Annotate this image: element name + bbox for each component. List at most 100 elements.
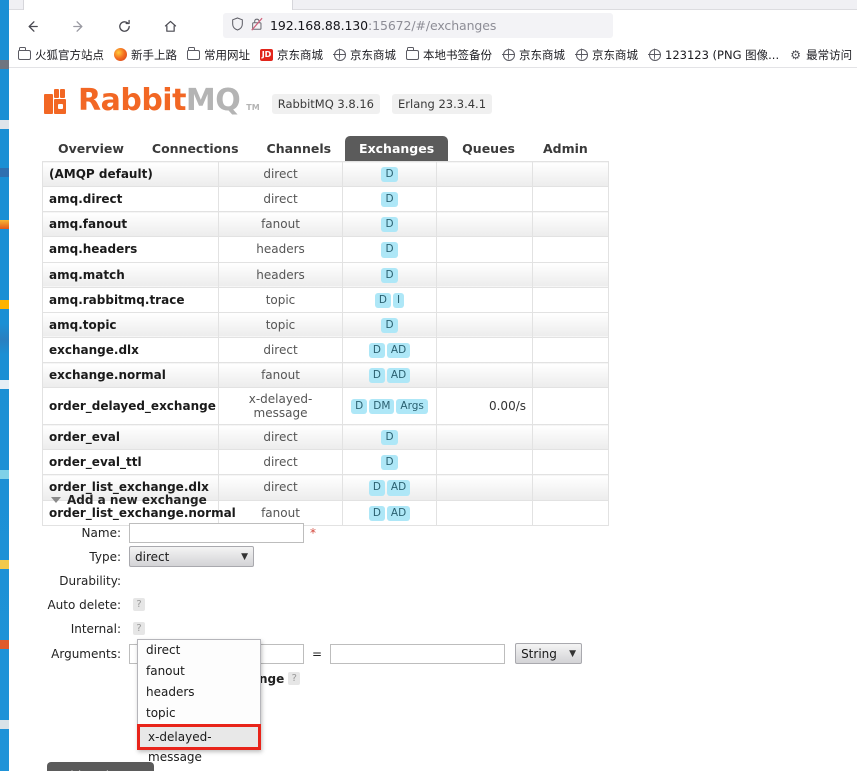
- exchange-name-input[interactable]: [129, 522, 304, 543]
- chevron-down-icon[interactable]: [51, 497, 61, 503]
- bookmark-item[interactable]: 本地书签备份: [401, 45, 497, 65]
- exchange-name-cell[interactable]: order_eval_ttl: [42, 449, 219, 476]
- argument-type-select[interactable]: String ▼: [515, 643, 583, 664]
- table-row[interactable]: amq.match headers D: [42, 262, 609, 288]
- bookmark-item[interactable]: JD 京东商城: [255, 45, 328, 65]
- dropdown-option-fanout[interactable]: fanout: [138, 661, 260, 682]
- help-icon[interactable]: ?: [133, 622, 145, 635]
- exchange-name-cell[interactable]: order_eval: [42, 424, 219, 451]
- exchange-name-cell[interactable]: amq.topic: [42, 312, 219, 338]
- table-row[interactable]: amq.rabbitmq.trace topic D I: [42, 287, 609, 313]
- exchange-name-cell[interactable]: amq.rabbitmq.trace: [42, 287, 219, 313]
- exchange-name-cell[interactable]: amq.direct: [42, 186, 219, 213]
- taskbar-icon[interactable]: [0, 300, 9, 309]
- taskbar-icon[interactable]: [0, 168, 9, 177]
- bookmark-label: 常用网址: [204, 47, 250, 62]
- table-row[interactable]: order_eval_ttl direct D: [42, 449, 609, 476]
- form-row-name: Name: *: [45, 521, 605, 544]
- taskbar-icon[interactable]: [0, 560, 9, 569]
- bookmark-label: 京东商城: [519, 47, 565, 62]
- bookmark-item[interactable]: 京东商城: [570, 45, 643, 65]
- exchange-name-cell[interactable]: (AMQP default): [42, 160, 219, 188]
- taskbar-icon[interactable]: [0, 380, 9, 389]
- argument-value-input[interactable]: [330, 643, 506, 664]
- table-row[interactable]: order_delayed_exchange x-delayed-message D…: [42, 387, 609, 426]
- dropdown-option-headers[interactable]: headers: [138, 682, 260, 703]
- table-row[interactable]: amq.topic topic D: [42, 312, 609, 338]
- os-taskbar[interactable]: [0, 0, 9, 771]
- shield-icon[interactable]: [231, 17, 244, 34]
- bookmark-item[interactable]: 京东商城: [497, 45, 570, 65]
- lock-warning-icon[interactable]: [251, 17, 263, 34]
- browser-window: 192.168.88.130:15672/#/exchanges 火狐官方站点 …: [0, 0, 857, 771]
- table-row[interactable]: amq.headers headers D: [42, 236, 609, 263]
- tab-queues[interactable]: Queues: [448, 136, 529, 162]
- bookmark-item[interactable]: 京东商城: [328, 45, 401, 65]
- jd-icon: JD: [260, 48, 273, 61]
- exchange-type-dropdown-list[interactable]: direct fanout headers topic x-delayed-me…: [137, 639, 261, 764]
- bookmark-item[interactable]: 123123 (PNG 图像...: [643, 45, 784, 65]
- tab-exchanges[interactable]: Exchanges: [345, 136, 449, 162]
- feature-badge: I: [392, 292, 405, 308]
- tab-channels[interactable]: Channels: [253, 136, 346, 162]
- message-rate-out-cell: [532, 474, 609, 501]
- taskbar-icon[interactable]: [0, 470, 9, 479]
- exchange-name-cell[interactable]: order_delayed_exchange: [42, 387, 219, 426]
- dropdown-option-direct[interactable]: direct: [138, 640, 260, 661]
- add-exchange-button[interactable]: Add exchange: [47, 762, 155, 771]
- exchange-type-cell: fanout: [218, 362, 343, 389]
- table-row[interactable]: order_eval direct D: [42, 424, 609, 451]
- bookmark-label: 本地书签备份: [423, 47, 492, 62]
- folder-icon: [187, 47, 200, 61]
- back-icon[interactable]: [17, 13, 47, 39]
- table-row[interactable]: amq.direct direct D: [42, 186, 609, 213]
- exchange-type-cell: direct: [218, 186, 343, 213]
- feature-badge: D: [368, 505, 385, 521]
- taskbar-icon[interactable]: [0, 640, 9, 649]
- feature-badge: D: [381, 192, 398, 208]
- exchange-type-cell: fanout: [218, 211, 343, 238]
- feature-badge: DM: [369, 399, 395, 415]
- browser-tab[interactable]: [23, 0, 293, 10]
- home-icon[interactable]: [155, 13, 185, 39]
- taskbar-icon[interactable]: [0, 60, 9, 69]
- address-bar[interactable]: 192.168.88.130:15672/#/exchanges: [223, 13, 613, 38]
- table-row[interactable]: (AMQP default) direct D: [42, 160, 609, 188]
- argument-equals-sign: =: [312, 646, 323, 661]
- bookmark-item[interactable]: ⚙ 最常访问: [784, 45, 857, 65]
- taskbar-icon[interactable]: [0, 220, 9, 229]
- help-icon[interactable]: ?: [288, 672, 301, 685]
- message-rate-in-cell: [436, 337, 533, 364]
- exchange-type-cell: direct: [218, 160, 343, 188]
- exchange-name-cell[interactable]: exchange.normal: [42, 362, 219, 389]
- dropdown-option-topic[interactable]: topic: [138, 703, 260, 724]
- add-exchange-section-header[interactable]: Add a new exchange: [51, 493, 207, 507]
- exchange-name-cell[interactable]: amq.headers: [42, 236, 219, 263]
- bookmark-item[interactable]: 新手上路: [109, 45, 182, 65]
- exchange-name-cell[interactable]: exchange.dlx: [42, 337, 219, 364]
- tab-connections[interactable]: Connections: [138, 136, 253, 162]
- exchange-type-select[interactable]: direct ▼: [129, 546, 254, 567]
- bookmark-item[interactable]: 火狐官方站点: [13, 45, 109, 65]
- taskbar-icon[interactable]: [0, 720, 9, 729]
- table-row[interactable]: exchange.dlx direct D AD: [42, 337, 609, 364]
- exchanges-table: (AMQP default) direct Damq.direct direct Dam…: [42, 160, 609, 526]
- form-row-hint: nge ?: [45, 667, 605, 690]
- table-row[interactable]: exchange.normal fanout D AD: [42, 362, 609, 389]
- taskbar-icon[interactable]: [0, 120, 9, 129]
- exchange-features-cell: D DM Args: [342, 387, 437, 426]
- tab-overview[interactable]: Overview: [44, 136, 138, 162]
- reload-icon[interactable]: [109, 13, 139, 39]
- tab-admin[interactable]: Admin: [529, 136, 602, 162]
- table-row[interactable]: amq.fanout fanout D: [42, 211, 609, 238]
- dropdown-option-x-delayed-message[interactable]: x-delayed-message: [137, 724, 261, 764]
- forward-icon[interactable]: [63, 13, 93, 39]
- bookmark-item[interactable]: 常用网址: [182, 45, 255, 65]
- exchange-name-cell[interactable]: amq.match: [42, 262, 219, 288]
- obscured-hint-text: nge: [259, 671, 285, 686]
- help-icon[interactable]: ?: [133, 598, 145, 611]
- globe-icon: [502, 48, 515, 61]
- browser-tab-strip: [0, 0, 857, 10]
- message-rate-in-cell: [436, 287, 533, 313]
- exchange-name-cell[interactable]: amq.fanout: [42, 211, 219, 238]
